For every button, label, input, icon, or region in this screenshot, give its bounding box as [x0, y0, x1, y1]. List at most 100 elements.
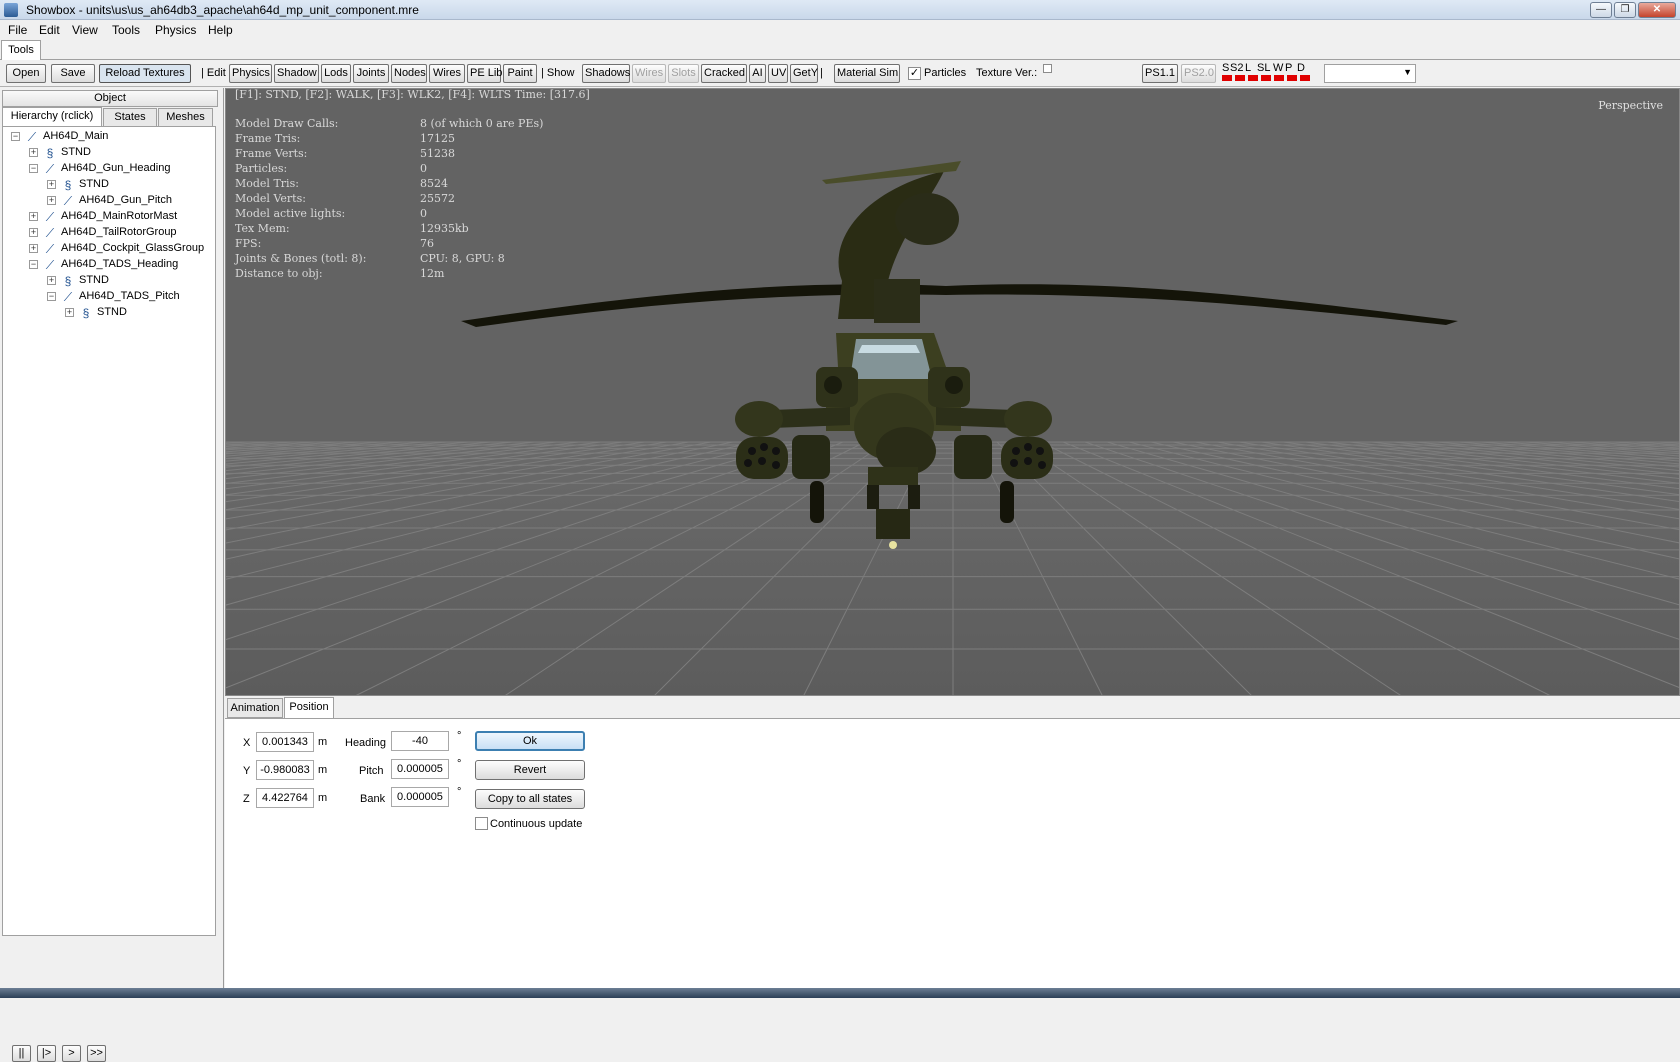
revert-button[interactable]: Revert — [475, 760, 585, 780]
gety-toggle[interactable]: GetY — [790, 64, 818, 83]
expand-icon[interactable]: + — [65, 308, 74, 317]
expand-icon[interactable]: + — [29, 228, 38, 237]
shadow-button[interactable]: Shadow — [274, 64, 319, 83]
tab-states[interactable]: States — [103, 108, 157, 127]
hotkey-hint: [F1]: STND, [F2]: WALK, [F3]: WLK2, [F4]… — [235, 88, 590, 101]
bank-field[interactable]: 0.000005 — [391, 787, 449, 807]
joint-icon: ⟋ — [45, 226, 55, 240]
pitch-label: Pitch — [359, 765, 384, 777]
joint-icon: ⟋ — [45, 210, 55, 224]
pitch-field[interactable]: 0.000005 — [391, 759, 449, 779]
paint-button[interactable]: Paint — [503, 64, 537, 83]
os-taskbar — [0, 988, 1680, 998]
collapse-icon[interactable]: − — [47, 292, 56, 301]
step-button[interactable]: |> — [37, 1045, 56, 1062]
stat-value: 51238 — [420, 147, 455, 160]
expand-icon[interactable]: + — [29, 212, 38, 221]
lods-button[interactable]: Lods — [321, 64, 351, 83]
app-icon — [4, 3, 18, 17]
tab-hierarchy[interactable]: Hierarchy (rclick) — [2, 107, 102, 127]
collapse-icon[interactable]: − — [29, 260, 38, 269]
state-icon: § — [46, 146, 54, 160]
tree-node-label: AH64D_Gun_Heading — [61, 162, 171, 174]
tools-tab-strip: Tools — [0, 39, 1680, 61]
x-field[interactable]: 0.001343 — [256, 732, 314, 752]
texture-ver-label: Texture Ver.: — [976, 67, 1038, 79]
bank-deg: ° — [457, 786, 462, 798]
fast-forward-button[interactable]: >> — [87, 1045, 106, 1062]
maximize-button[interactable]: ❐ — [1614, 2, 1636, 18]
joint-icon: ⟋ — [63, 194, 73, 208]
object-panel: Object Hierarchy (rclick) States Meshes … — [0, 88, 224, 1062]
shadows-toggle[interactable]: Shadows — [582, 64, 630, 83]
wires-button[interactable]: Wires — [429, 64, 465, 83]
menu-edit[interactable]: Edit — [39, 23, 60, 37]
joint-icon: ⟋ — [27, 130, 37, 144]
expand-icon[interactable]: + — [47, 180, 56, 189]
pause-button[interactable]: || — [12, 1045, 31, 1062]
tab-position[interactable]: Position — [284, 697, 334, 719]
expand-icon[interactable]: + — [29, 244, 38, 253]
slots-toggle[interactable]: Slots — [668, 64, 699, 83]
uv-toggle[interactable]: UV — [768, 64, 788, 83]
stat-value: 12935kb — [420, 222, 469, 235]
indicator-s2: S2 — [1230, 62, 1244, 74]
physics-button[interactable]: Physics — [229, 64, 272, 83]
reload-textures-button[interactable]: Reload Textures — [99, 64, 191, 83]
tree-node-label: AH64D_MainRotorMast — [61, 210, 178, 222]
ps20-button[interactable]: PS2.0 — [1181, 64, 1216, 83]
tab-animation[interactable]: Animation — [227, 698, 283, 718]
tree-node-label: AH64D_Cockpit_GlassGroup — [61, 242, 205, 254]
tab-tools[interactable]: Tools — [1, 40, 41, 61]
stat-key: Tex Mem: — [235, 222, 290, 235]
close-button[interactable]: ✕ — [1638, 2, 1676, 18]
texture-ver-checkbox[interactable] — [1043, 64, 1052, 73]
joint-icon: ⟋ — [63, 290, 73, 304]
joint-icon: ⟋ — [45, 162, 55, 176]
z-field[interactable]: 4.422764 — [256, 788, 314, 808]
continuous-update-checkbox[interactable] — [475, 817, 488, 830]
3d-viewport[interactable]: [F1]: STND, [F2]: WALK, [F3]: WLK2, [F4]… — [225, 88, 1680, 696]
x-label: X — [243, 737, 251, 749]
y-field[interactable]: -0.980083 — [256, 760, 314, 780]
menu-view[interactable]: View — [72, 23, 98, 37]
ok-button[interactable]: Ok — [475, 731, 585, 751]
tree-node-label: AH64D_TADS_Heading — [61, 258, 179, 270]
ai-toggle[interactable]: AI — [749, 64, 766, 83]
joint-icon: ⟋ — [45, 258, 55, 272]
indicator-bar — [1222, 75, 1232, 81]
wires-toggle[interactable]: Wires — [632, 64, 666, 83]
copy-to-all-states-button[interactable]: Copy to all states — [475, 789, 585, 809]
indicator-bar — [1287, 75, 1297, 81]
hierarchy-tree[interactable]: − ⟋ AH64D_Main + § STND − ⟋ AH64D_Gun_Heading + § S… — [2, 126, 216, 936]
tab-meshes[interactable]: Meshes — [158, 108, 213, 127]
stat-key: FPS: — [235, 237, 262, 250]
collapse-icon[interactable]: − — [11, 132, 20, 141]
stat-key: Model Tris: — [235, 177, 299, 190]
collapse-icon[interactable]: − — [29, 164, 38, 173]
ps11-button[interactable]: PS1.1 — [1142, 64, 1178, 83]
expand-icon[interactable]: + — [47, 196, 56, 205]
joints-button[interactable]: Joints — [353, 64, 389, 83]
stat-key: Frame Tris: — [235, 132, 301, 145]
menu-file[interactable]: File — [8, 23, 27, 37]
pe-lib-button[interactable]: PE Lib — [467, 64, 502, 83]
expand-icon[interactable]: + — [29, 148, 38, 157]
z-label: Z — [243, 793, 250, 805]
menu-help[interactable]: Help — [208, 23, 233, 37]
save-button[interactable]: Save — [51, 64, 95, 83]
heading-field[interactable]: -40 — [391, 731, 449, 751]
menu-physics[interactable]: Physics — [155, 23, 196, 37]
nodes-button[interactable]: Nodes — [391, 64, 427, 83]
play-button[interactable]: > — [62, 1045, 81, 1062]
material-sim-button[interactable]: Material Sim — [834, 64, 900, 83]
minimize-button[interactable]: — — [1590, 2, 1612, 18]
particles-checkbox[interactable]: ✓ — [908, 67, 921, 80]
state-dropdown[interactable]: ▼ — [1324, 64, 1416, 83]
cracked-toggle[interactable]: Cracked — [701, 64, 747, 83]
stat-value: 25572 — [420, 192, 455, 205]
menu-tools[interactable]: Tools — [112, 23, 140, 37]
open-button[interactable]: Open — [6, 64, 46, 83]
expand-icon[interactable]: + — [47, 276, 56, 285]
indicator-bar — [1274, 75, 1284, 81]
